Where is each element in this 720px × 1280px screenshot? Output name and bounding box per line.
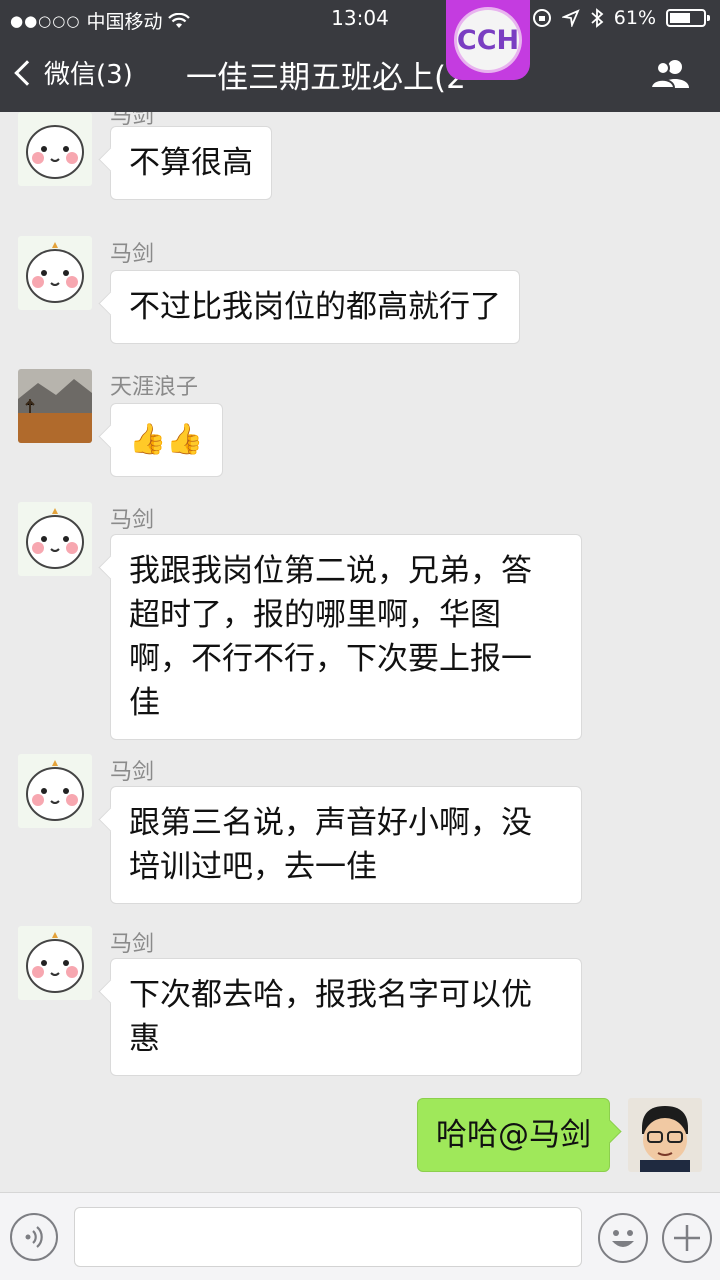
rotation-lock-icon — [532, 9, 551, 27]
bluetooth-icon — [591, 8, 604, 28]
my-message-bubble[interactable]: 哈哈@马剑 — [417, 1098, 610, 1172]
pig-face-icon — [18, 926, 92, 1000]
more-button[interactable] — [662, 1213, 712, 1263]
sender-name: 马剑 — [110, 760, 155, 785]
message-bubble[interactable]: 下次都去哈，报我名字可以优 惠 — [110, 958, 582, 1076]
sender-name: 马剑 — [110, 508, 155, 533]
cch-overlay-badge: CCH — [446, 0, 530, 80]
top-bar: ●●○○○ 中国移动 13:04 61% 微信(3) 一佳三期五班必上(2 CC… — [0, 0, 720, 112]
message-line: 下次都去哈，报我名字可以优 — [129, 977, 532, 1013]
pig-face-icon — [18, 754, 92, 828]
sender-name: 马剑 — [110, 932, 155, 957]
message-line: 啊，不行不行，下次要上报一 — [129, 641, 532, 677]
nav-bar: 微信(3) 一佳三期五班必上(2 — [0, 38, 720, 112]
voice-button[interactable] — [10, 1213, 58, 1261]
back-button[interactable]: 微信(3) — [14, 54, 133, 91]
message-bubble[interactable]: 我跟我岗位第二说，兄弟，答 超时了，报的哪里啊，华图 啊，不行不行，下次要上报一… — [110, 534, 582, 740]
sender-name: 马剑 — [110, 242, 155, 267]
message-line: 我跟我岗位第二说，兄弟，答 — [129, 553, 532, 589]
location-icon — [561, 9, 580, 27]
avatar-pig-sticker[interactable] — [18, 926, 92, 1000]
avatar-pig-sticker[interactable] — [18, 502, 92, 576]
cartoon-man-icon — [628, 1098, 702, 1172]
chat-title: 一佳三期五班必上(2 — [186, 60, 466, 96]
message-line: 惠 — [129, 1021, 160, 1057]
message-input[interactable] — [74, 1207, 582, 1267]
group-members-icon[interactable] — [650, 58, 692, 88]
emoji-button[interactable] — [598, 1213, 648, 1263]
sender-name: 天涯浪子 — [110, 375, 199, 400]
pig-face-icon — [18, 236, 92, 310]
message-bubble[interactable]: 不算很高 — [110, 126, 272, 200]
avatar-pig-sticker[interactable] — [18, 112, 92, 186]
back-label: 微信(3) — [44, 60, 133, 90]
pig-face-icon — [18, 112, 92, 186]
message-line: 超时了，报的哪里啊，华图 — [129, 597, 501, 633]
battery-level-fill — [670, 13, 690, 23]
avatar-cartoon-glasses-man[interactable] — [628, 1098, 702, 1172]
pig-face-icon — [18, 502, 92, 576]
battery-percent: 61% — [613, 7, 656, 29]
message-bubble[interactable]: 👍👍 — [110, 403, 223, 477]
status-bar: ●●○○○ 中国移动 13:04 61% — [0, 0, 720, 38]
avatar-landscape-photo[interactable] — [18, 369, 92, 443]
plus-icon — [674, 1225, 700, 1251]
cch-badge-label: CCH — [454, 7, 522, 73]
chevron-left-icon — [14, 59, 40, 86]
voice-icon — [25, 1226, 43, 1248]
avatar-pig-sticker[interactable] — [18, 754, 92, 828]
input-bar — [0, 1192, 720, 1280]
message-bubble[interactable]: 跟第三名说，声音好小啊，没 培训过吧，去一佳 — [110, 786, 582, 904]
message-bubble[interactable]: 不过比我岗位的都高就行了 — [110, 270, 520, 344]
message-line: 跟第三名说，声音好小啊，没 — [129, 805, 532, 841]
landscape-photo-icon — [18, 369, 92, 443]
battery-icon — [666, 9, 710, 27]
emoji-icon — [612, 1230, 634, 1247]
avatar-pig-sticker[interactable] — [18, 236, 92, 310]
message-line: 佳 — [129, 685, 160, 721]
message-line: 培训过吧，去一佳 — [129, 849, 377, 885]
chat-area[interactable]: 马剑 不算很高 马剑 不过比我岗位的都高就行了 天涯浪子 👍👍 马剑 我跟我岗位… — [0, 112, 720, 1192]
